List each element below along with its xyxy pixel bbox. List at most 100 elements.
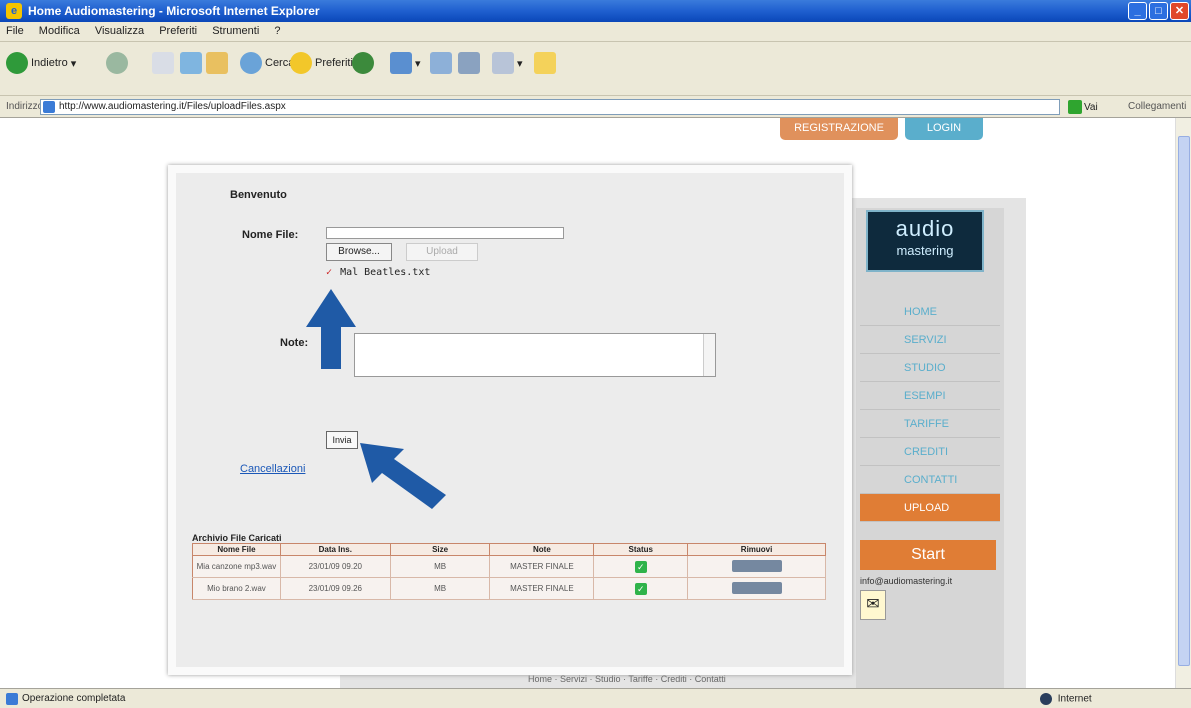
notes-scrollbar[interactable] [703,334,715,376]
cell-date: 23/01/09 09.26 [280,577,391,600]
nav-tariffe[interactable]: TARIFFE [860,410,1000,438]
home-button[interactable] [206,50,228,76]
page-done-icon [6,693,18,705]
refresh-button[interactable] [180,50,202,76]
close-button[interactable]: ✕ [1170,2,1189,20]
table-header-row: Nome File Data Ins. Size Note Status Rim… [192,543,826,556]
maximize-button[interactable]: □ [1149,2,1168,20]
folder-icon [534,52,556,74]
menu-help[interactable]: ? [268,22,286,40]
cell-note: MASTER FINALE [489,577,595,600]
search-icon [240,52,262,74]
col-date: Data Ins. [280,543,391,556]
col-status: Status [593,543,689,556]
mail-icon-image[interactable]: ✉ [860,590,886,620]
stop-button[interactable] [152,50,174,76]
col-note: Note [489,543,595,556]
forward-button[interactable] [106,50,128,76]
start-button[interactable]: Start [860,540,996,570]
zone-label: Internet [1057,693,1092,705]
footer-links[interactable]: Home · Servizi · Studio · Tariffe · Cred… [528,674,726,684]
notes-label: Note: [280,337,309,349]
print-button[interactable] [458,50,480,76]
upload-button[interactable]: Upload [406,243,478,261]
favorites-button[interactable]: Preferiti [290,50,353,76]
diagonal-arrow-icon [360,443,446,509]
page-icon [43,101,55,113]
logo-text-1: audio [895,216,955,241]
globe-icon [1040,693,1052,705]
nav-home[interactable]: HOME [860,298,1000,326]
status-bar: Operazione completata Internet [0,688,1191,708]
security-zone: Internet [1040,693,1092,705]
files-table-title: Archivio File Caricati [192,533,282,543]
address-input[interactable]: http://www.audiomastering.it/Files/uploa… [40,99,1060,115]
remove-button[interactable] [731,581,782,594]
menu-view[interactable]: Visualizza [89,22,150,40]
site-logo[interactable]: audio mastering [866,210,984,272]
history-button[interactable]: ▾ [390,50,421,76]
files-table: Nome File Data Ins. Size Note Status Rim… [192,543,826,600]
welcome-heading: Benvenuto [230,189,287,201]
back-label: Indietro [31,57,68,69]
cell-note: MASTER FINALE [489,555,595,578]
status-ok-icon: ✓ [634,560,647,573]
search-button[interactable]: Cerca [240,50,294,76]
menu-favorites[interactable]: Preferiti [153,22,203,40]
window-controls: _ □ ✕ [1128,2,1189,20]
cell-size: MB [390,555,491,578]
window-title: Home Audiomastering - Microsoft Internet… [28,4,320,18]
file-name-input[interactable] [326,227,564,239]
site-nav: HOME SERVIZI STUDIO ESEMPI TARIFFE CREDI… [860,298,1000,522]
edit-button[interactable]: ▾ [492,50,523,76]
menu-edit[interactable]: Modifica [33,22,86,40]
col-remove: Rimuovi [687,543,826,556]
menu-file[interactable]: File [0,22,30,40]
cell-status: ✓ [593,577,689,600]
home-icon [206,52,228,74]
cancel-link[interactable]: Cancellazioni [240,463,305,475]
media-icon [352,52,374,74]
nav-servizi[interactable]: SERVIZI [860,326,1000,354]
nav-crediti[interactable]: CREDITI [860,438,1000,466]
history-icon [390,52,412,74]
nav-contatti[interactable]: CONTATTI [860,466,1000,494]
mail-link[interactable]: info@audiomastering.it [860,576,952,586]
toolbar: Indietro ▾ Cerca Preferiti ▾ ▾ [0,42,1191,96]
notes-textarea[interactable] [354,333,716,377]
cell-filename: Mia canzone mp3.wav [192,555,281,578]
messenger-button[interactable] [534,50,556,76]
favorites-label: Preferiti [315,57,353,69]
browse-button[interactable]: Browse... [326,243,392,261]
address-url: http://www.audiomastering.it/Files/uploa… [59,101,286,112]
send-button[interactable]: Invia [326,431,358,449]
nav-upload[interactable]: UPLOAD [860,494,1000,522]
cell-status: ✓ [593,555,689,578]
back-button[interactable]: Indietro ▾ [6,50,76,76]
cell-remove [687,555,826,578]
col-size: Size [390,543,491,556]
login-button[interactable]: LOGIN [905,118,983,140]
links-label[interactable]: Collegamenti [1128,101,1186,112]
logo-text-2: mastering [896,243,954,258]
address-label: Indirizzo [6,101,44,112]
media-button[interactable] [352,50,374,76]
menu-tools[interactable]: Strumenti [206,22,265,40]
file-name-label: Nome File: [242,229,299,241]
go-arrow-icon [1068,100,1082,114]
minimize-button[interactable]: _ [1128,2,1147,20]
cell-filename: Mio brano 2.wav [192,577,281,600]
nav-studio[interactable]: STUDIO [860,354,1000,382]
window-titlebar: e Home Audiomastering - Microsoft Intern… [0,0,1191,22]
menu-bar: File Modifica Visualizza Preferiti Strum… [0,22,1191,42]
scrollbar-thumb[interactable] [1178,136,1190,666]
table-row: Mia canzone mp3.wav 23/01/09 09.20 MB MA… [192,555,826,578]
go-button[interactable]: Vai [1068,99,1106,115]
page-scrollbar[interactable] [1175,118,1191,688]
cell-size: MB [390,577,491,600]
nav-esempi[interactable]: ESEMPI [860,382,1000,410]
remove-button[interactable] [731,559,782,572]
mail-button[interactable] [430,50,452,76]
status-text: Operazione completata [22,693,126,704]
register-button[interactable]: REGISTRAZIONE [780,118,898,140]
